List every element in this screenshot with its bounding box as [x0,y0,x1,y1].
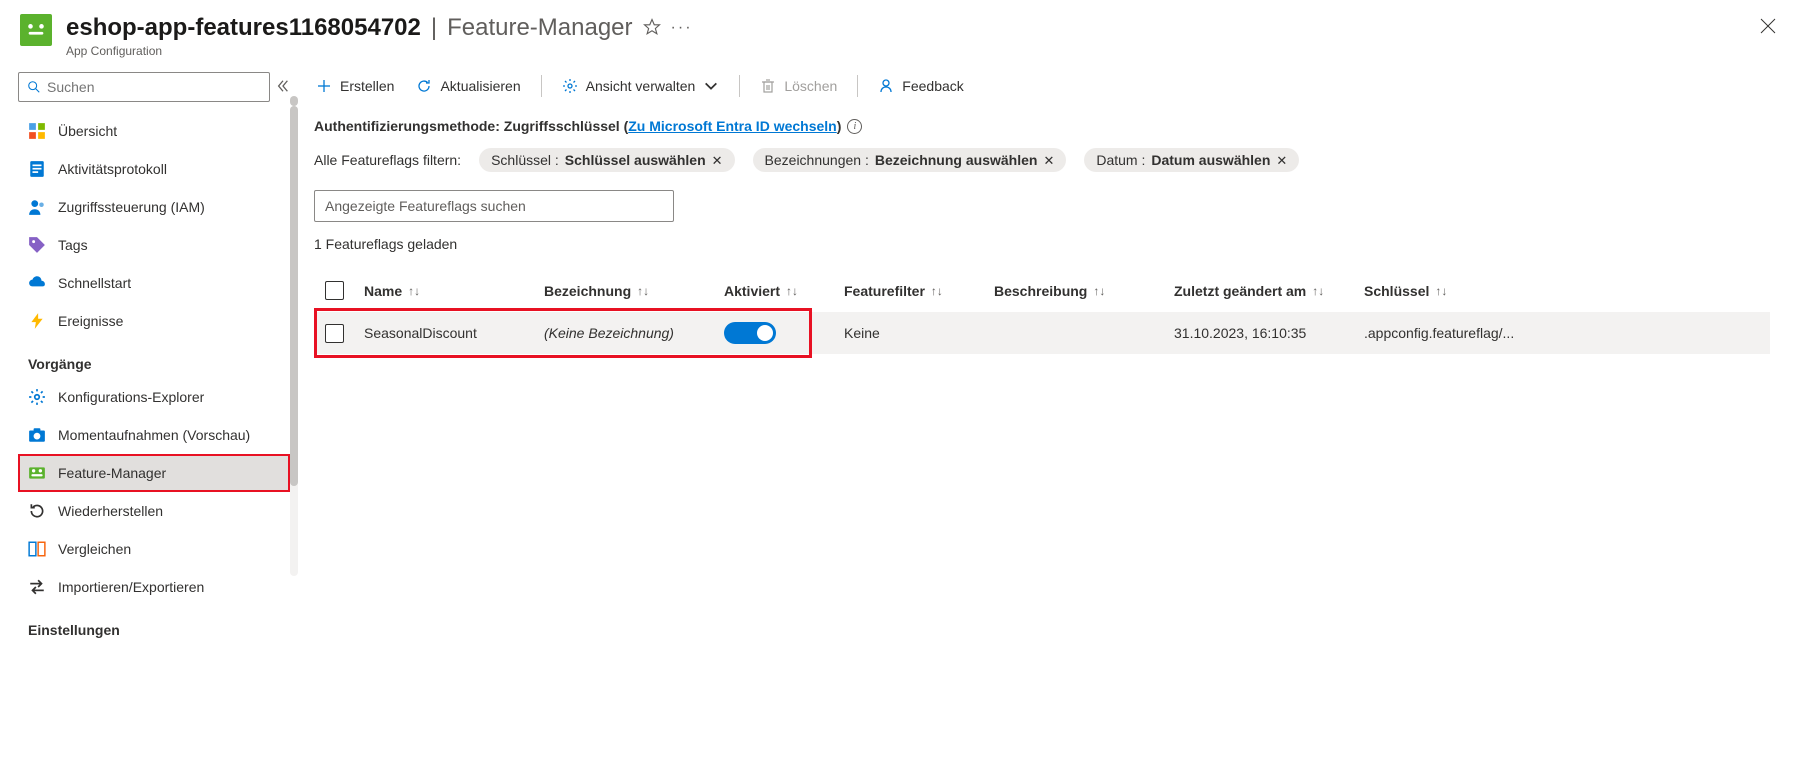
filter-key-pill[interactable]: Schlüssel : Schlüssel auswählen ✕ [479,148,734,172]
resource-icon [20,14,52,46]
enabled-toggle[interactable] [724,322,776,344]
row-feature-filter: Keine [834,325,984,341]
search-icon [27,80,41,94]
auth-method-label: Authentifizierungsmethode: Zugriffsschlü… [314,118,628,134]
toolbar-separator [541,75,542,97]
row-name: SeasonalDiscount [354,325,534,341]
nav-events[interactable]: Ereignisse [18,302,290,340]
col-key[interactable]: Schlüssel↑↓ [1354,283,1770,299]
sidebar-search-input[interactable] [47,79,261,95]
nav-compare[interactable]: Vergleichen [18,530,290,568]
quickstart-icon [28,274,46,292]
compare-icon [28,540,46,558]
snapshots-icon [28,426,46,444]
create-button[interactable]: Erstellen [314,72,396,100]
delete-button: Löschen [758,72,839,100]
col-feature-filter[interactable]: Featurefilter↑↓ [834,283,984,299]
row-label: (Keine Bezeichnung) [534,325,714,341]
nav-snapshots[interactable]: Momentaufnahmen (Vorschau) [18,416,290,454]
col-description[interactable]: Beschreibung↑↓ [984,283,1164,299]
overview-icon [28,122,46,140]
close-button[interactable] [1756,14,1780,43]
col-label[interactable]: Bezeichnung↑↓ [534,283,714,299]
clear-filter-icon[interactable]: ✕ [1043,154,1054,167]
filter-label-pill[interactable]: Bezeichnungen : Bezeichnung auswählen ✕ [753,148,1067,172]
sidebar-search[interactable] [18,72,270,102]
nav-group-settings: Einstellungen [18,606,290,644]
loaded-count: 1 Featureflags geladen [314,236,1770,252]
import-export-icon [28,578,46,596]
title-separator: | [431,14,437,42]
tags-icon [28,236,46,254]
nav-tags[interactable]: Tags [18,226,290,264]
refresh-button[interactable]: Aktualisieren [414,72,522,100]
chevron-down-icon [703,78,719,94]
activity-log-icon [28,160,46,178]
config-explorer-icon [28,388,46,406]
feature-manager-icon [28,464,46,482]
toolbar-separator [857,75,858,97]
sidebar-scrollbar[interactable] [290,106,298,576]
clear-filter-icon[interactable]: ✕ [712,154,723,167]
nav-activity-log[interactable]: Aktivitätsprotokoll [18,150,290,188]
table-row[interactable]: SeasonalDiscount (Keine Bezeichnung) Kei… [314,312,1770,354]
nav-config-explorer[interactable]: Konfigurations-Explorer [18,378,290,416]
filter-label: Alle Featureflags filtern: [314,152,461,168]
col-enabled[interactable]: Aktiviert↑↓ [714,283,834,299]
row-checkbox[interactable] [325,324,344,343]
collapse-sidebar-button[interactable] [276,79,290,96]
toolbar-separator [739,75,740,97]
events-icon [28,312,46,330]
restore-icon [28,502,46,520]
more-icon[interactable]: ··· [671,19,693,37]
feature-flag-search-input[interactable] [314,190,674,222]
nav-group-operations: Vorgänge [18,340,290,378]
page-title: Feature-Manager [447,14,632,42]
col-name[interactable]: Name↑↓ [354,283,534,299]
nav-quickstart[interactable]: Schnellstart [18,264,290,302]
nav-iam[interactable]: Zugriffssteuerung (IAM) [18,188,290,226]
table-header: Name↑↓ Bezeichnung↑↓ Aktiviert↑↓ Feature… [314,270,1770,312]
service-name: App Configuration [66,44,1756,58]
row-modified: 31.10.2023, 16:10:35 [1164,325,1354,341]
nav-feature-manager[interactable]: Feature-Manager [18,454,290,492]
filter-date-pill[interactable]: Datum : Datum auswählen ✕ [1084,148,1299,172]
nav-restore[interactable]: Wiederherstellen [18,492,290,530]
info-icon[interactable]: i [847,119,862,134]
iam-icon [28,198,46,216]
row-key: .appconfig.featureflag/... [1354,325,1770,341]
select-all-checkbox[interactable] [325,281,344,300]
manage-view-button[interactable]: Ansicht verwalten [560,72,722,100]
feedback-button[interactable]: Feedback [876,72,965,100]
col-modified[interactable]: Zuletzt geändert am↑↓ [1164,283,1354,299]
resource-name: eshop-app-features1168054702 [66,14,421,42]
clear-filter-icon[interactable]: ✕ [1276,154,1287,167]
favorite-icon[interactable] [643,18,661,39]
nav-import-export[interactable]: Importieren/Exportieren [18,568,290,606]
switch-auth-link[interactable]: Zu Microsoft Entra ID wechseln [628,118,836,134]
nav-overview[interactable]: Übersicht [18,112,290,150]
